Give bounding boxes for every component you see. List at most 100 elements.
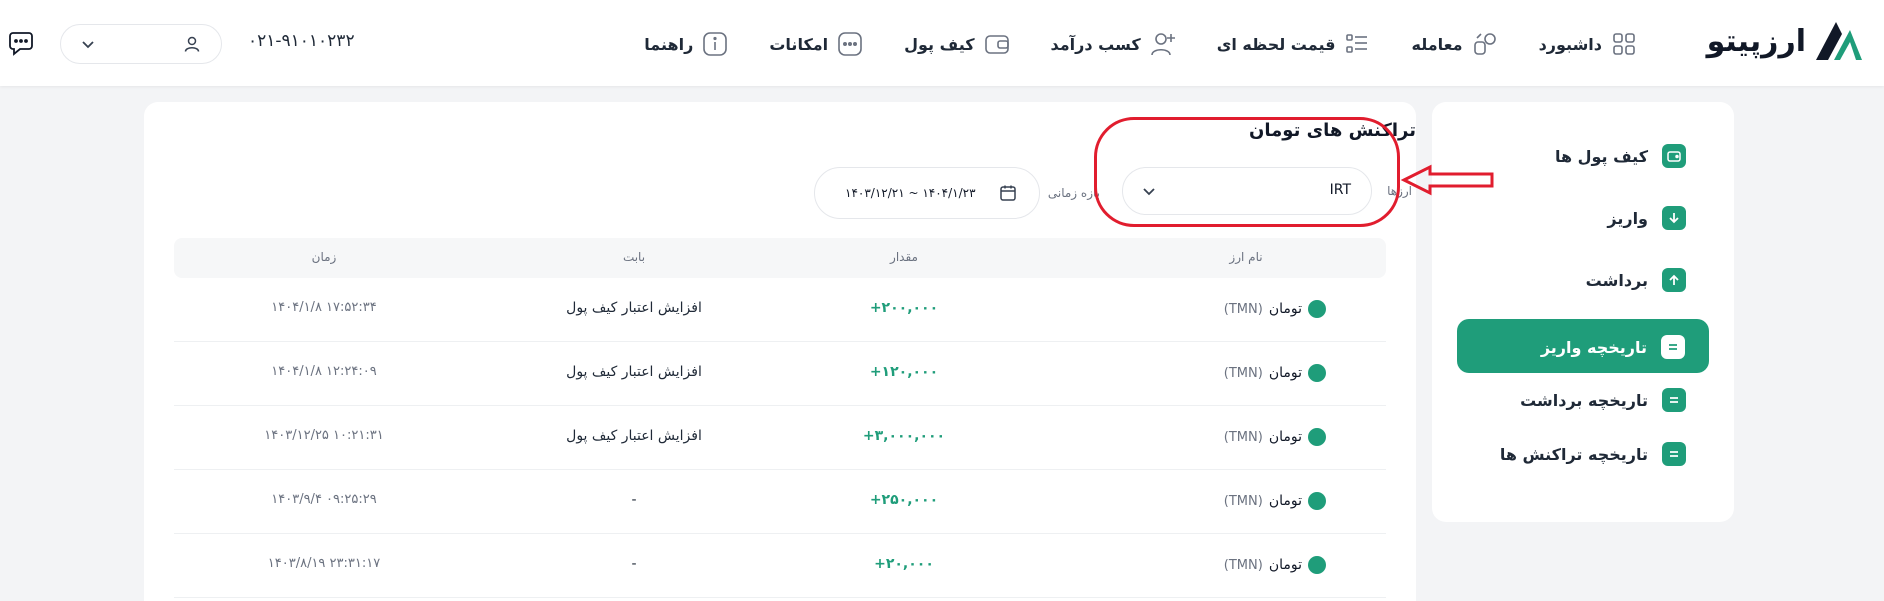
col-reason: بابت (622, 250, 646, 264)
user-menu[interactable] (60, 24, 222, 64)
highlight-annotation (1094, 117, 1400, 227)
nav-dashboard[interactable]: داشبورد (1539, 28, 1638, 60)
cell-coin: تومان (TMN) (1166, 300, 1326, 322)
cell-reason: افزایش اعتبار کیف پول (566, 300, 702, 316)
coin-code: (TMN) (1223, 365, 1263, 381)
cell-amount: +۲۵۰,۰۰۰ (869, 492, 939, 508)
date-range-label: بازه زمانی (1047, 186, 1100, 200)
table-row[interactable]: تومان (TMN) +۳,۰۰۰,۰۰۰ افزایش اعتبار کیف… (174, 406, 1386, 470)
toman-icon (1308, 556, 1326, 574)
price-list-icon (1346, 34, 1368, 53)
nav-trade-label: معامله (1411, 34, 1463, 54)
nav-prices-label: قیمت لحظه ای (1216, 34, 1336, 54)
cell-time: ۱۴۰۳/۹/۴ ۰۹:۲۵:۲۹ (271, 492, 377, 507)
col-time: زمان (311, 250, 337, 264)
table-header: نام ارز مقدار بابت زمان (174, 238, 1386, 278)
cell-time: ۱۴۰۴/۱/۸ ۱۷:۵۲:۳۴ (271, 300, 377, 315)
cell-reason: - (631, 556, 637, 572)
col-amount: مقدار (890, 250, 918, 264)
top-header: ارزپیتو داشبورد معامله قیمت لحظه ای کسب … (0, 0, 1884, 86)
sidebar-item-transactions-history[interactable]: تاریخچه تراکنش ها (1500, 442, 1686, 466)
toman-icon (1308, 364, 1326, 382)
chat-icon[interactable] (8, 30, 34, 56)
user-icon (184, 36, 200, 52)
sidebar-item-deposit-history[interactable]: تاریخچه واریز (1457, 319, 1709, 373)
table-row[interactable]: تومان (TMN) +۲۰,۰۰۰ - ۱۴۰۳/۸/۱۹ ۲۳:۳۱:۱۷ (174, 534, 1386, 598)
logo-mark-icon (1816, 22, 1862, 60)
coin-name: تومان (1268, 493, 1302, 509)
cell-reason: افزایش اعتبار کیف پول (566, 364, 702, 380)
coin-name: تومان (1268, 429, 1302, 445)
chevron-down-icon (82, 41, 94, 49)
nav-earn[interactable]: کسب درآمد (1051, 28, 1177, 60)
table-row[interactable]: تومان (TMN) +۱۲۰,۰۰۰ افزایش اعتبار کیف پ… (174, 342, 1386, 406)
nav-help[interactable]: راهنما (644, 28, 729, 60)
support-phone[interactable]: ۰۲۱-۹۱۰۱۰۲۳۲ (248, 31, 355, 51)
date-range-value: ۱۴۰۳/۱۲/۲۱ ~ ۱۴۰۴/۱/۲۳ (845, 186, 976, 200)
coin-code: (TMN) (1223, 301, 1263, 317)
calendar-icon (1000, 185, 1016, 201)
cell-coin: تومان (TMN) (1166, 364, 1326, 386)
cell-coin: تومان (TMN) (1166, 556, 1326, 578)
main-nav: داشبورد معامله قیمت لحظه ای کسب درآمد کی… (604, 28, 1638, 60)
coin-code: (TMN) (1223, 557, 1263, 573)
coin-name: تومان (1268, 365, 1302, 381)
nav-features[interactable]: امکانات (769, 28, 864, 60)
cell-coin: تومان (TMN) (1166, 428, 1326, 450)
sidebar-item-label: تاریخچه تراکنش ها (1499, 444, 1648, 464)
exchange-icon (1473, 33, 1496, 55)
more-icon (838, 32, 862, 56)
list-icon (1661, 335, 1685, 359)
wallet-icon (1662, 144, 1686, 168)
list-icon (1662, 442, 1686, 466)
cell-coin: تومان (TMN) (1166, 492, 1326, 514)
sidebar-item-wallets[interactable]: کیف پول ها (1555, 144, 1686, 168)
sidebar-item-active: تاریخچه واریز (1541, 335, 1685, 359)
sidebar-item-label: تاریخچه واریز (1540, 337, 1647, 357)
table-row[interactable]: تومان (TMN) +۲۵۰,۰۰۰ - ۱۴۰۳/۹/۴ ۰۹:۲۵:۲۹ (174, 470, 1386, 534)
cell-amount: +۲۰,۰۰۰ (874, 556, 934, 572)
arrow-down-icon (1662, 206, 1686, 230)
table-row[interactable]: تومان (TMN) +۲۰۰,۰۰۰ افزایش اعتبار کیف پ… (174, 278, 1386, 342)
sidebar-item-label: واریز (1607, 208, 1648, 228)
date-range-input[interactable]: ۱۴۰۳/۱۲/۲۱ ~ ۱۴۰۴/۱/۲۳ (814, 167, 1040, 219)
nav-features-label: امکانات (769, 34, 829, 54)
cell-amount: +۱۲۰,۰۰۰ (869, 364, 939, 380)
nav-trade[interactable]: معامله (1411, 28, 1498, 60)
arrow-left-icon (1400, 164, 1494, 196)
cell-time: ۱۴۰۴/۱/۸ ۱۲:۲۴:۰۹ (271, 364, 377, 379)
cell-time: ۱۴۰۳/۱۲/۲۵ ۱۰:۲۱:۳۱ (264, 428, 384, 443)
sidebar-item-label: برداشت (1585, 270, 1648, 290)
toman-icon (1308, 428, 1326, 446)
toman-icon (1308, 492, 1326, 510)
sidebar-item-deposit[interactable]: واریز (1607, 206, 1686, 230)
brand-name: ارزپیتو (1706, 23, 1806, 59)
list-icon (1662, 388, 1686, 412)
add-user-icon (1150, 33, 1175, 56)
nav-wallet-label: کیف پول (904, 34, 975, 54)
sidebar-item-label: کیف پول ها (1554, 146, 1648, 166)
arrow-up-icon (1662, 268, 1686, 292)
coin-code: (TMN) (1223, 429, 1263, 445)
brand-logo[interactable]: ارزپیتو (1707, 16, 1866, 66)
sidebar-item-withdraw-history[interactable]: تاریخچه برداشت (1520, 388, 1686, 412)
cell-amount: +۳,۰۰۰,۰۰۰ (862, 428, 946, 444)
sidebar-item-withdraw[interactable]: برداشت (1586, 268, 1686, 292)
sidebar-item-label: تاریخچه برداشت (1520, 390, 1648, 410)
wallet-icon (984, 35, 1009, 54)
coin-code: (TMN) (1223, 493, 1263, 509)
nav-prices[interactable]: قیمت لحظه ای (1217, 28, 1372, 60)
nav-wallet[interactable]: کیف پول (904, 28, 1010, 60)
toman-icon (1308, 300, 1326, 318)
cell-reason: افزایش اعتبار کیف پول (566, 428, 702, 444)
cell-time: ۱۴۰۳/۸/۱۹ ۲۳:۳۱:۱۷ (267, 556, 381, 571)
info-icon (703, 32, 728, 56)
nav-dashboard-label: داشبورد (1538, 34, 1602, 54)
coin-name: تومان (1268, 557, 1302, 573)
nav-help-label: راهنما (644, 34, 694, 54)
coin-name: تومان (1268, 301, 1302, 317)
col-currency: نام ارز (1229, 250, 1263, 264)
cell-amount: +۲۰۰,۰۰۰ (869, 300, 939, 316)
grid-icon (1613, 33, 1635, 55)
nav-earn-label: کسب درآمد (1050, 34, 1141, 54)
